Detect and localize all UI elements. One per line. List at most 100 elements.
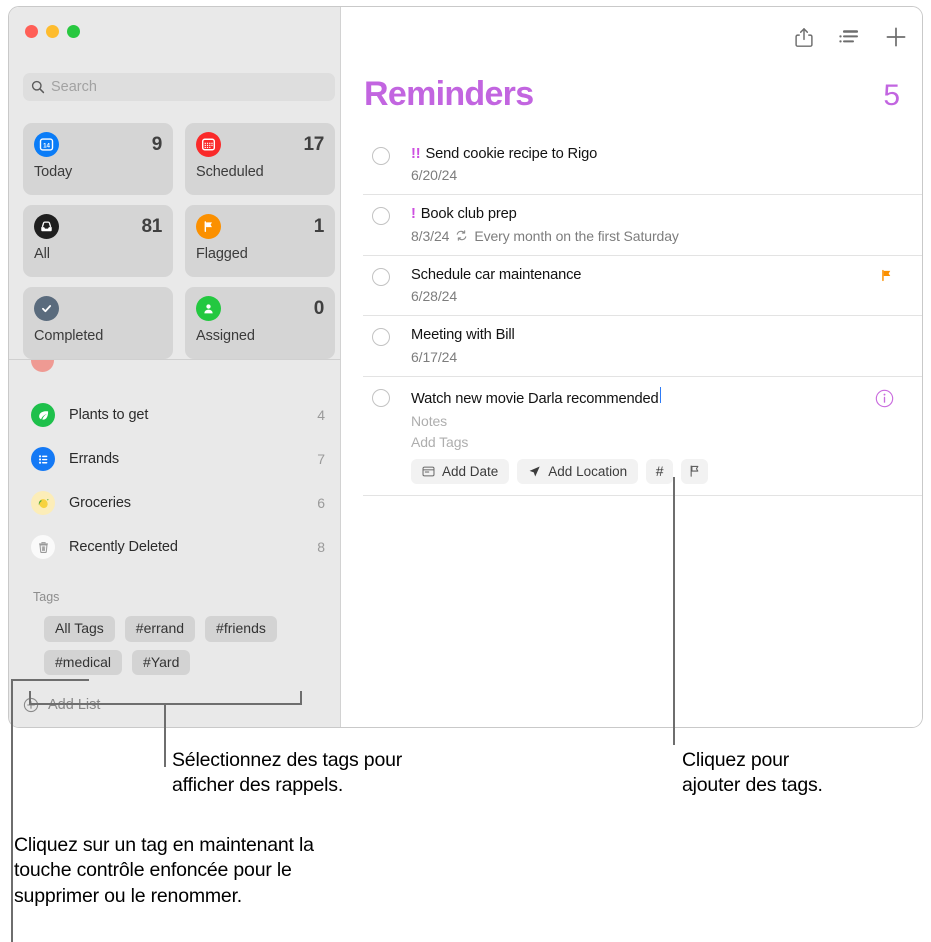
reminder-body: Schedule car maintenance 6/28/24: [411, 266, 922, 304]
reminder-checkbox[interactable]: [372, 147, 390, 165]
smart-card-assigned[interactable]: 0 Assigned: [185, 287, 335, 359]
notes-placeholder[interactable]: Notes: [411, 413, 922, 429]
reminder-title-line: ! Book club prep: [411, 205, 922, 223]
trash-icon: [31, 535, 55, 559]
flag-toggle-button[interactable]: [681, 458, 709, 484]
list-item-count: 8: [317, 539, 325, 555]
share-icon[interactable]: [792, 25, 816, 49]
reminders-list: !! Send cookie recipe to Rigo 6/20/24 !: [363, 135, 922, 496]
smart-card-scheduled[interactable]: 17 Scheduled: [185, 123, 335, 195]
add-location-button[interactable]: Add Location: [517, 458, 639, 484]
search-placeholder: Search: [51, 78, 97, 95]
check-circle-icon: [34, 296, 59, 321]
minimize-button[interactable]: [46, 25, 59, 38]
reminder-checkbox[interactable]: [372, 328, 390, 347]
tag-chip-medical[interactable]: #medical: [44, 649, 123, 676]
smart-card-flagged[interactable]: 1 Flagged: [185, 205, 335, 277]
add-tags-placeholder[interactable]: Add Tags: [411, 434, 922, 450]
calendar-icon: [196, 132, 221, 157]
reminder-title-line: Schedule car maintenance: [411, 266, 922, 284]
reminder-title-line: Meeting with Bill: [411, 326, 922, 344]
smart-card-count: 81: [141, 215, 162, 237]
reminders-window: Search 14 9 Today 17 Scheduled 81 All 1 …: [8, 6, 923, 728]
reminder-row[interactable]: !! Send cookie recipe to Rigo 6/20/24: [363, 135, 922, 196]
smart-card-all[interactable]: 81 All: [23, 205, 173, 277]
flag-indicator-icon: [879, 268, 894, 288]
smart-card-today[interactable]: 14 9 Today: [23, 123, 173, 195]
tag-chip-errand[interactable]: #errand: [124, 616, 196, 642]
person-icon: [196, 296, 221, 321]
zoom-button[interactable]: [67, 25, 80, 38]
list-item-label: Plants to get: [69, 407, 149, 423]
user-lists: Plants to get 4 Errands 7 Groceries 6 Re…: [9, 393, 341, 569]
reminder-title-line: !! Send cookie recipe to Rigo: [411, 145, 922, 163]
list-item-groceries[interactable]: Groceries 6: [9, 481, 341, 525]
smart-card-label: Today: [34, 164, 73, 180]
hashtag-icon: #: [655, 463, 664, 480]
callout-add-tags: Cliquez pour ajouter des tags.: [682, 748, 922, 799]
reminder-title-line[interactable]: Watch new movie Darla recommended: [411, 386, 922, 408]
leader-bracket-tags-left-tick: [29, 691, 31, 704]
reminder-meta: 6/17/24: [411, 349, 922, 365]
callout-control-click: Cliquez sur un tag en maintenant la touc…: [14, 833, 534, 909]
reminder-row[interactable]: Meeting with Bill 6/17/24: [363, 316, 922, 377]
reminder-row[interactable]: Schedule car maintenance 6/28/24: [363, 256, 922, 317]
list-item-count: 6: [317, 495, 325, 511]
plus-icon[interactable]: [884, 25, 908, 49]
tag-chip-all-tags[interactable]: All Tags: [44, 616, 115, 642]
priority-marker: !!: [411, 146, 421, 162]
priority-marker: !: [411, 206, 416, 223]
reminder-row-editing[interactable]: Watch new movie Darla recommended Notes …: [363, 377, 922, 496]
leader-line-control-click-vertical: [11, 679, 13, 942]
lemon-icon: [31, 491, 55, 515]
list-item-label: Groceries: [69, 495, 131, 511]
list-item-recently-deleted[interactable]: Recently Deleted 8: [9, 525, 341, 569]
reminder-title-input[interactable]: Watch new movie Darla recommended: [411, 390, 659, 408]
location-arrow-icon: [529, 466, 540, 477]
flag-outline-icon: [690, 465, 699, 478]
reminder-date: 6/17/24: [411, 348, 458, 365]
reminder-body: !! Send cookie recipe to Rigo 6/20/24: [411, 145, 922, 183]
reminder-count: 5: [883, 79, 900, 112]
reminder-meta: 8/3/24 Every month on the first Saturday: [411, 228, 922, 244]
sort-list-icon[interactable]: [838, 25, 862, 49]
detail-action-buttons: Add Date Add Location #: [411, 458, 922, 484]
reminder-meta: 6/28/24: [411, 288, 922, 304]
reminder-checkbox[interactable]: [372, 207, 390, 226]
add-list-button[interactable]: Add List: [23, 697, 100, 713]
smart-lists-grid: 14 9 Today 17 Scheduled 81 All 1 Flagged…: [23, 123, 335, 359]
callout-select-tags-text: Sélectionnez des tags pour afficher des …: [172, 749, 403, 797]
callout-control-click-text: Cliquez sur un tag en maintenant la touc…: [14, 834, 314, 907]
callout-add-tags-text: Cliquez pour ajouter des tags.: [682, 749, 823, 797]
list-item-plants-to-get[interactable]: Plants to get 4: [9, 393, 341, 437]
tag-chip-yard[interactable]: #Yard: [132, 649, 191, 676]
reminder-title: Send cookie recipe to Rigo: [425, 146, 598, 162]
list-item-count: 7: [317, 451, 325, 467]
reminder-checkbox[interactable]: [372, 388, 390, 407]
list-item-errands[interactable]: Errands 7: [9, 437, 341, 481]
reminder-meta: 6/20/24: [411, 167, 922, 183]
smart-card-label: Flagged: [196, 246, 248, 262]
reminder-checkbox[interactable]: [372, 267, 390, 286]
add-list-label: Add List: [48, 697, 101, 713]
add-location-label: Add Location: [548, 463, 628, 479]
window-controls: [25, 25, 80, 38]
smart-card-completed[interactable]: Completed: [23, 287, 173, 359]
calendar-day-icon: 14: [34, 132, 59, 157]
tags-list: All Tags #errand #friends #medical #Yard: [44, 616, 334, 676]
add-tag-button[interactable]: #: [646, 458, 674, 484]
add-date-button[interactable]: Add Date: [411, 458, 510, 484]
add-date-label: Add Date: [442, 463, 499, 479]
tag-chip-friends[interactable]: #friends: [205, 616, 277, 642]
reminder-repeat: Every month on the first Saturday: [474, 227, 679, 244]
smart-card-count: 17: [303, 133, 324, 155]
main-toolbar: [792, 25, 908, 49]
close-button[interactable]: [25, 25, 38, 38]
leaf-icon: [31, 403, 55, 427]
search-input[interactable]: Search: [23, 73, 335, 101]
screenshot-root: Search 14 9 Today 17 Scheduled 81 All 1 …: [0, 0, 931, 942]
leader-line-add-tags: [673, 477, 675, 745]
reminder-info-button[interactable]: [875, 389, 894, 413]
reminder-row[interactable]: ! Book club prep 8/3/24 Every month on t…: [363, 195, 922, 256]
leader-bracket-tags-right-tick: [300, 691, 302, 704]
